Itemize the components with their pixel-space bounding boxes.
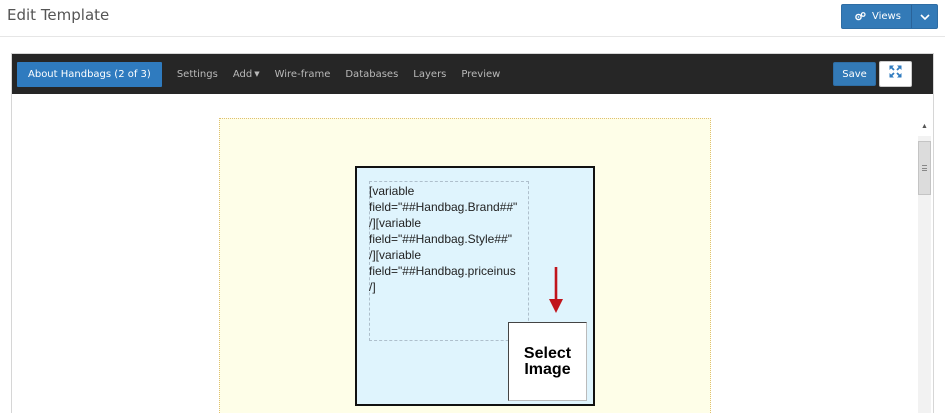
caret-down-icon: ▼: [254, 70, 260, 78]
toolbar-layers[interactable]: Layers: [413, 69, 446, 80]
views-button[interactable]: Views: [841, 4, 938, 29]
red-down-arrow-icon: [549, 267, 563, 313]
expand-button[interactable]: [879, 61, 912, 87]
views-label: Views: [872, 11, 901, 22]
toolbar-wire-frame[interactable]: Wire-frame: [275, 69, 331, 80]
expand-arrows-icon: [889, 65, 902, 83]
toolbar-settings[interactable]: Settings: [177, 69, 218, 80]
editor-toolbar: About Handbags (2 of 3) Settings Add ▼ Wi…: [12, 54, 933, 94]
vertical-scrollbar[interactable]: ▲: [917, 118, 932, 413]
tab-about-handbags[interactable]: About Handbags (2 of 3): [17, 61, 162, 87]
scroll-thumb[interactable]: [918, 141, 931, 195]
page-title: Edit Template: [7, 6, 110, 24]
variable-text-block[interactable]: [variable field="##Handbag.Brand##" /][v…: [369, 183, 531, 295]
grip-icon: [922, 165, 927, 171]
chevron-down-icon[interactable]: [911, 5, 937, 28]
toolbar-preview[interactable]: Preview: [461, 69, 500, 80]
scroll-up-icon[interactable]: ▲: [917, 118, 932, 135]
gears-icon: [842, 12, 872, 21]
toolbar-add[interactable]: Add ▼: [233, 69, 260, 80]
save-button[interactable]: Save: [833, 62, 876, 86]
select-image-label: Select Image: [523, 344, 572, 378]
select-image-placeholder[interactable]: Select Image: [508, 322, 587, 401]
header-divider: [0, 36, 945, 37]
toolbar-databases[interactable]: Databases: [345, 69, 398, 80]
